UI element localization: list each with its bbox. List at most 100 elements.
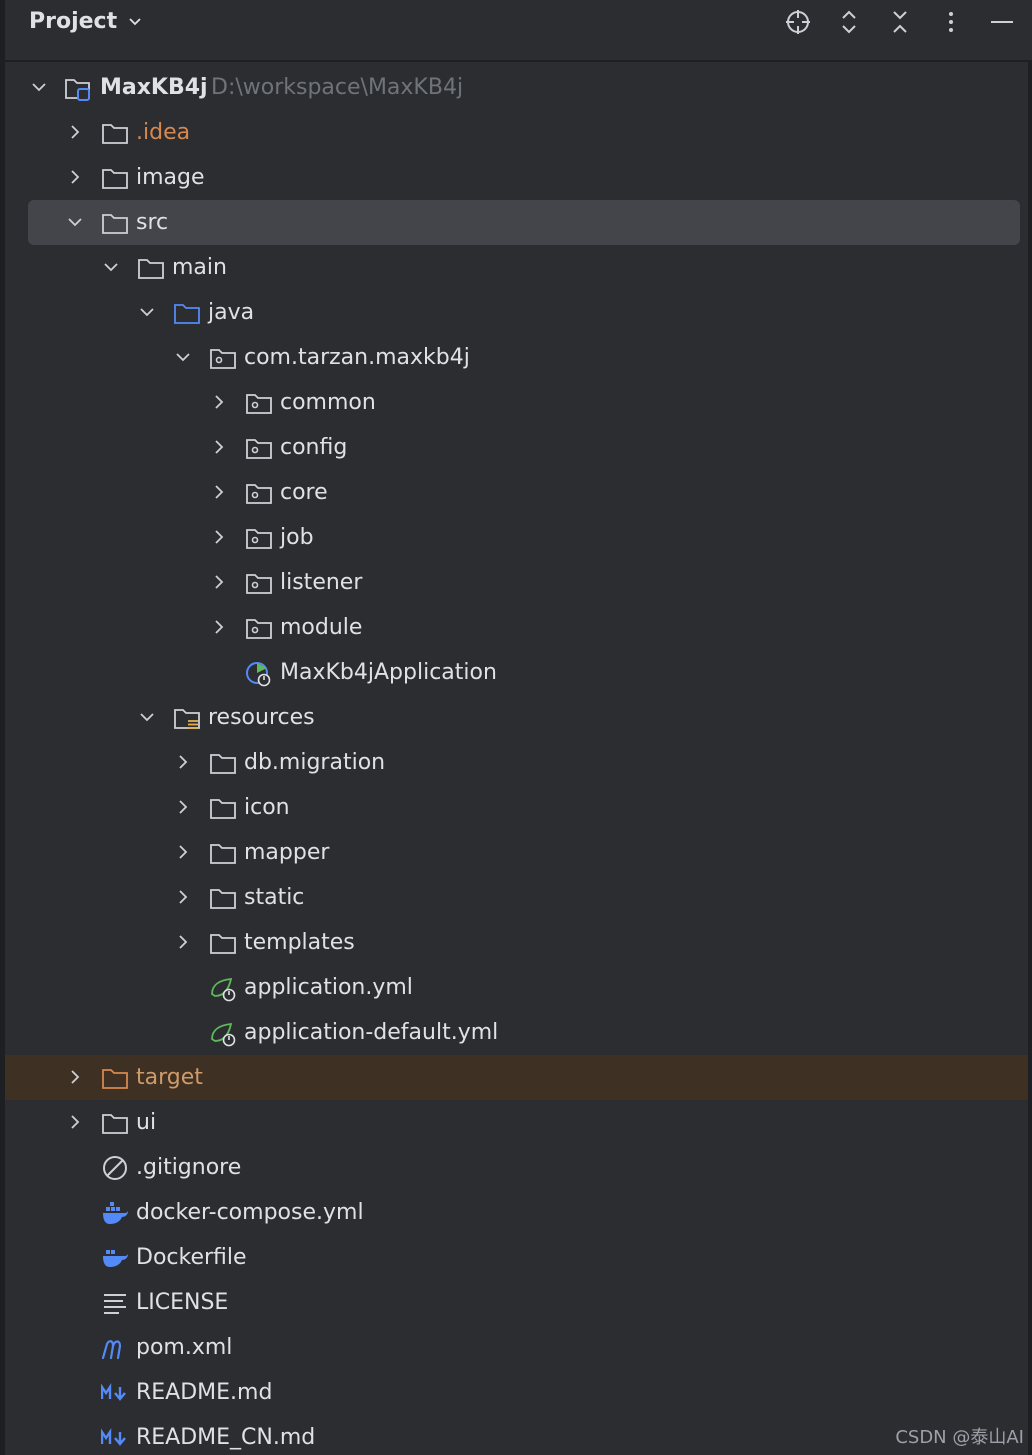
source-root-folder-icon	[173, 299, 201, 327]
tree-node-mapper[interactable]: mapper	[0, 830, 1028, 875]
chevron-right-icon[interactable]	[209, 437, 229, 457]
tree-node-templates[interactable]: templates	[0, 920, 1028, 965]
docker-icon	[101, 1199, 129, 1227]
spring-config-icon	[209, 1019, 237, 1047]
tree-node-readme-cn[interactable]: README_CN.md	[0, 1415, 1028, 1455]
chevron-down-icon[interactable]	[29, 77, 49, 97]
node-label: target	[136, 1065, 203, 1090]
tree-node-application-default-yml[interactable]: application-default.yml	[0, 1010, 1028, 1055]
folder-icon	[209, 884, 237, 912]
view-selector[interactable]: Project	[29, 8, 143, 35]
chevron-right-icon[interactable]	[173, 752, 193, 772]
tree-node-dockerfile[interactable]: Dockerfile	[0, 1235, 1028, 1280]
node-label: templates	[244, 930, 355, 955]
chevron-right-icon[interactable]	[209, 482, 229, 502]
tree-node-app-class[interactable]: MaxKb4jApplication	[0, 650, 1028, 695]
tree-node-job[interactable]: job	[0, 515, 1028, 560]
folder-icon	[137, 254, 165, 282]
package-icon	[209, 344, 237, 372]
chevron-down-icon[interactable]	[65, 212, 85, 232]
tree-node-static[interactable]: static	[0, 875, 1028, 920]
watermark: CSDN @泰山AI	[895, 1427, 1024, 1448]
chevron-down-icon[interactable]	[101, 257, 121, 277]
folder-icon	[101, 1109, 129, 1137]
expand-all-icon[interactable]	[833, 6, 865, 38]
package-icon	[245, 479, 273, 507]
tree-node-listener[interactable]: listener	[0, 560, 1028, 605]
node-label: src	[136, 210, 169, 235]
spring-boot-class-icon	[245, 659, 273, 687]
package-icon	[245, 434, 273, 462]
node-label: pom.xml	[136, 1335, 233, 1360]
node-label: module	[280, 615, 363, 640]
node-label: ui	[136, 1110, 157, 1135]
tree-node-config[interactable]: config	[0, 425, 1028, 470]
more-options-icon[interactable]	[935, 6, 967, 38]
tree-node-core[interactable]: core	[0, 470, 1028, 515]
hide-icon[interactable]	[986, 6, 1018, 38]
chevron-right-icon[interactable]	[65, 122, 85, 142]
chevron-right-icon[interactable]	[65, 167, 85, 187]
chevron-down-icon	[127, 10, 143, 35]
tree-node-pom[interactable]: pom.xml	[0, 1325, 1028, 1370]
root-label: MaxKB4j	[100, 75, 208, 100]
collapse-all-icon[interactable]	[884, 6, 916, 38]
tree-node-resources[interactable]: resources	[0, 695, 1028, 740]
tree-node-image[interactable]: image	[0, 155, 1028, 200]
chevron-down-icon[interactable]	[173, 347, 193, 367]
node-label: main	[172, 255, 227, 280]
tree-node-java[interactable]: java	[0, 290, 1028, 335]
tool-window-header: Project	[0, 0, 1032, 52]
tree-node-target[interactable]: target	[0, 1055, 1028, 1100]
tree-node-src[interactable]: src	[0, 200, 1028, 245]
chevron-right-icon[interactable]	[173, 842, 193, 862]
node-label: mapper	[244, 840, 330, 865]
folder-icon	[101, 164, 129, 192]
folder-icon	[101, 119, 129, 147]
tree-node-idea[interactable]: .idea	[0, 110, 1028, 155]
scrollbar[interactable]	[1028, 62, 1032, 1455]
node-label: README.md	[136, 1380, 273, 1405]
chevron-right-icon[interactable]	[209, 527, 229, 547]
chevron-right-icon[interactable]	[173, 797, 193, 817]
tree-node-main[interactable]: main	[0, 245, 1028, 290]
tree-node-license[interactable]: LICENSE	[0, 1280, 1028, 1325]
root-path: D:\workspace\MaxKB4j	[211, 75, 464, 100]
node-label: static	[244, 885, 305, 910]
tree-node-ui[interactable]: ui	[0, 1100, 1028, 1145]
chevron-right-icon[interactable]	[173, 887, 193, 907]
node-label: README_CN.md	[136, 1425, 316, 1450]
node-label: com.tarzan.maxkb4j	[244, 345, 470, 370]
tree-node-module[interactable]: module	[0, 605, 1028, 650]
tree-node-package[interactable]: com.tarzan.maxkb4j	[0, 335, 1028, 380]
markdown-icon	[101, 1379, 129, 1407]
tree-node-application-yml[interactable]: application.yml	[0, 965, 1028, 1010]
node-label: application.yml	[244, 975, 413, 1000]
header-divider	[5, 60, 1032, 62]
chevron-right-icon[interactable]	[65, 1067, 85, 1087]
maven-icon	[101, 1334, 129, 1362]
chevron-down-icon[interactable]	[137, 302, 157, 322]
chevron-down-icon[interactable]	[137, 707, 157, 727]
view-title: Project	[29, 9, 118, 34]
folder-icon	[209, 839, 237, 867]
tree-node-icon[interactable]: icon	[0, 785, 1028, 830]
tree-node-common[interactable]: common	[0, 380, 1028, 425]
module-folder-icon	[64, 74, 92, 102]
tree-node-gitignore[interactable]: .gitignore	[0, 1145, 1028, 1190]
locate-icon[interactable]	[782, 6, 814, 38]
chevron-right-icon[interactable]	[65, 1112, 85, 1132]
package-icon	[245, 524, 273, 552]
tree-node-db-migration[interactable]: db.migration	[0, 740, 1028, 785]
tree-node-readme[interactable]: README.md	[0, 1370, 1028, 1415]
node-label: config	[280, 435, 348, 460]
docker-icon	[101, 1244, 129, 1272]
chevron-right-icon[interactable]	[209, 392, 229, 412]
chevron-right-icon[interactable]	[173, 932, 193, 952]
chevron-right-icon[interactable]	[209, 617, 229, 637]
chevron-right-icon[interactable]	[209, 572, 229, 592]
tree-node-docker-compose[interactable]: docker-compose.yml	[0, 1190, 1028, 1235]
package-icon	[245, 389, 273, 417]
node-label: db.migration	[244, 750, 386, 775]
tree-node-root[interactable]: MaxKB4j D:\workspace\MaxKB4j	[0, 65, 1028, 110]
